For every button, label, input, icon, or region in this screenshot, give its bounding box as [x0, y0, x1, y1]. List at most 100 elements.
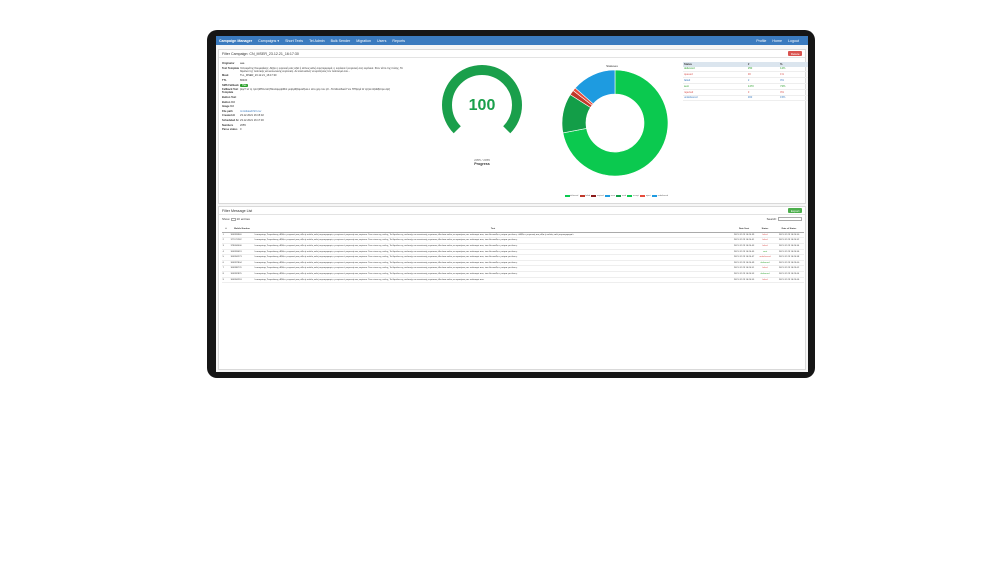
- legend-item[interactable]: accept: [627, 195, 639, 197]
- detail-row: SMS Fallback Yes: [222, 83, 412, 87]
- detail-label: SMS Fallback: [222, 83, 239, 87]
- status-row: undelivered 300 15%: [683, 95, 808, 102]
- legend-label: read: [621, 195, 626, 197]
- status-pct: 15%: [779, 95, 808, 102]
- table-row[interactable]: 9 306994253 Ιπποκράτης Σουμελάκης: Αξίζει …: [222, 277, 804, 284]
- detail-value: 23.12.2021 16:17:30: [240, 118, 264, 122]
- row-status: failed: [756, 277, 774, 284]
- legend-swatch: [652, 195, 658, 197]
- legend-swatch: [627, 195, 633, 197]
- detail-label: Created At: [222, 114, 236, 118]
- detail-label: Originator: [222, 62, 235, 65]
- detail-label: File path: [222, 109, 233, 113]
- legend-swatch: [591, 195, 597, 197]
- top-navbar: Campaign Manager Campaigns ▾ Short Texts T…: [216, 36, 808, 45]
- detail-label: Numbers: [222, 123, 234, 127]
- legend-swatch: [564, 195, 570, 197]
- detail-value: TLL_MSER_23.12.21_16:17:30: [240, 74, 277, 78]
- detail-row: Originator aaa: [222, 62, 412, 65]
- detail-row: File path/mnt/data/CSV.csv: [222, 110, 412, 113]
- detail-row: Numbers 2055: [222, 124, 412, 127]
- page-size-value: 10: [236, 217, 240, 221]
- campaign-panel: Filter Campaign: CN_MSER_23.12.21_16:17:…: [218, 49, 808, 204]
- detail-value: 86400: [240, 78, 248, 82]
- messages-title: Filter Message List: [222, 208, 253, 213]
- progress-gauge: 100: [442, 65, 522, 134]
- nav-item[interactable]: Migration: [356, 39, 371, 43]
- nav-item[interactable]: Users: [377, 39, 386, 43]
- donut-legend: delivered failed expired seen read accept reje…: [557, 195, 677, 197]
- row-text: Ιπποκράτης Σουμελάκης: Αξίζει η ευγενική…: [254, 277, 732, 284]
- legend-item[interactable]: failed: [579, 195, 590, 197]
- detail-row: TTL 86400: [222, 79, 412, 82]
- detail-label: Button Url: [222, 100, 235, 104]
- detail-value: Ιπποκράτης Σουμελάκης: Αξίζει η ευγενική…: [240, 66, 403, 73]
- legend-item[interactable]: undelivered: [652, 195, 668, 197]
- detail-label: Parse status: [222, 128, 238, 132]
- nav-item[interactable]: Tel Admin: [309, 39, 325, 43]
- detail-label: Text Template: [222, 66, 240, 70]
- status-donut-chart: [561, 69, 669, 177]
- nav-right-item[interactable]: Home: [772, 39, 782, 43]
- nav-menu: Campaigns ▾ Short Texts Tel Admin Bulk Send…: [258, 39, 411, 43]
- legend-swatch: [579, 195, 585, 197]
- status-count: 300: [746, 95, 780, 102]
- export-button[interactable]: Export: [788, 207, 802, 214]
- legend-item[interactable]: expired: [591, 195, 604, 197]
- detail-row: Image Url: [222, 105, 412, 108]
- detail-value: [240, 96, 412, 99]
- detail-row: Mask TLL_MSER_23.12.21_16:17:30: [222, 74, 412, 77]
- legend-label: expired: [597, 195, 604, 197]
- detail-value: 0: [240, 128, 242, 132]
- table-controls: Show 10 entries Search:: [219, 215, 805, 223]
- gauge-value: 100: [469, 97, 496, 114]
- detail-value: [240, 105, 412, 108]
- legend-swatch: [605, 195, 610, 197]
- legend-label: seen: [610, 195, 615, 197]
- legend-swatch: [640, 195, 646, 197]
- legend-item[interactable]: read: [616, 195, 626, 197]
- messages-panel-header: Filter Message List Export: [219, 207, 805, 215]
- legend-item[interactable]: seen: [605, 195, 615, 197]
- detail-value: 23.12.2021 16:15:02: [240, 114, 264, 118]
- legend-item[interactable]: delivered: [564, 195, 579, 197]
- brand-logo[interactable]: Campaign Manager: [219, 39, 252, 43]
- page-size-select[interactable]: [230, 217, 236, 221]
- nav-item[interactable]: Reports: [392, 39, 405, 43]
- legend-label: accept: [632, 195, 639, 197]
- detail-row: Button Text: [222, 96, 412, 99]
- messages-panel: Filter Message List Export Show 10 entri…: [218, 206, 806, 370]
- legend-swatch: [616, 195, 622, 197]
- nav-item[interactable]: Bulk Sender: [331, 39, 351, 43]
- gauge-caption: 2055 / 2055 Progress: [439, 158, 525, 166]
- detail-label: Fallback Text Template: [222, 88, 239, 95]
- status-name: undelivered: [683, 95, 747, 102]
- delete-button[interactable]: Delete: [788, 50, 802, 57]
- nav-right-item[interactable]: Profile: [756, 39, 766, 43]
- status-table: Status #% delivered 250 12% queued 30 1% failed…: [683, 62, 808, 102]
- detail-label: Image Url: [222, 105, 234, 109]
- entries-label: entries: [240, 217, 250, 221]
- campaign-panel-header: Filter Campaign: CN_MSER_23.12.21_16:17:…: [219, 50, 805, 58]
- nav-item[interactable]: Campaigns ▾: [258, 39, 279, 43]
- nav-right-item[interactable]: Logout: [788, 39, 799, 43]
- file-path-link[interactable]: /mnt/data/CSV.csv: [240, 110, 261, 113]
- message-table: # Mobile Number Text Date Sent Status Date of…: [222, 227, 804, 284]
- nav-item[interactable]: Short Texts: [285, 39, 303, 43]
- detail-row: Scheduled At 23.12.2021 16:17:30: [222, 119, 412, 122]
- detail-value: /mnt/data/CSV.csv: [240, 110, 412, 113]
- detail-row: Created At 23.12.2021 16:15:02: [222, 114, 412, 117]
- detail-label: TTL: [222, 78, 227, 82]
- legend-item[interactable]: reject: [640, 195, 651, 197]
- search-label: Search:: [766, 217, 777, 221]
- nav-right-menu: Profile Home Logout: [756, 39, 805, 43]
- detail-value: [αιμΤ τα τη τρτιτ|ΜΤανπατ|Πανααμφ|αΜιπ μ…: [240, 88, 390, 92]
- fallback-badge: Yes: [240, 83, 249, 87]
- detail-value: 2055: [240, 123, 246, 127]
- campaign-details: Originator aaa Text Template Ιπποκράτης Σου…: [222, 62, 412, 133]
- legend-label: delivered: [570, 195, 579, 197]
- detail-label: Mask: [222, 74, 229, 78]
- row-index: 9: [222, 277, 230, 284]
- search-input[interactable]: [778, 217, 802, 221]
- detail-label: Scheduled At: [222, 118, 239, 122]
